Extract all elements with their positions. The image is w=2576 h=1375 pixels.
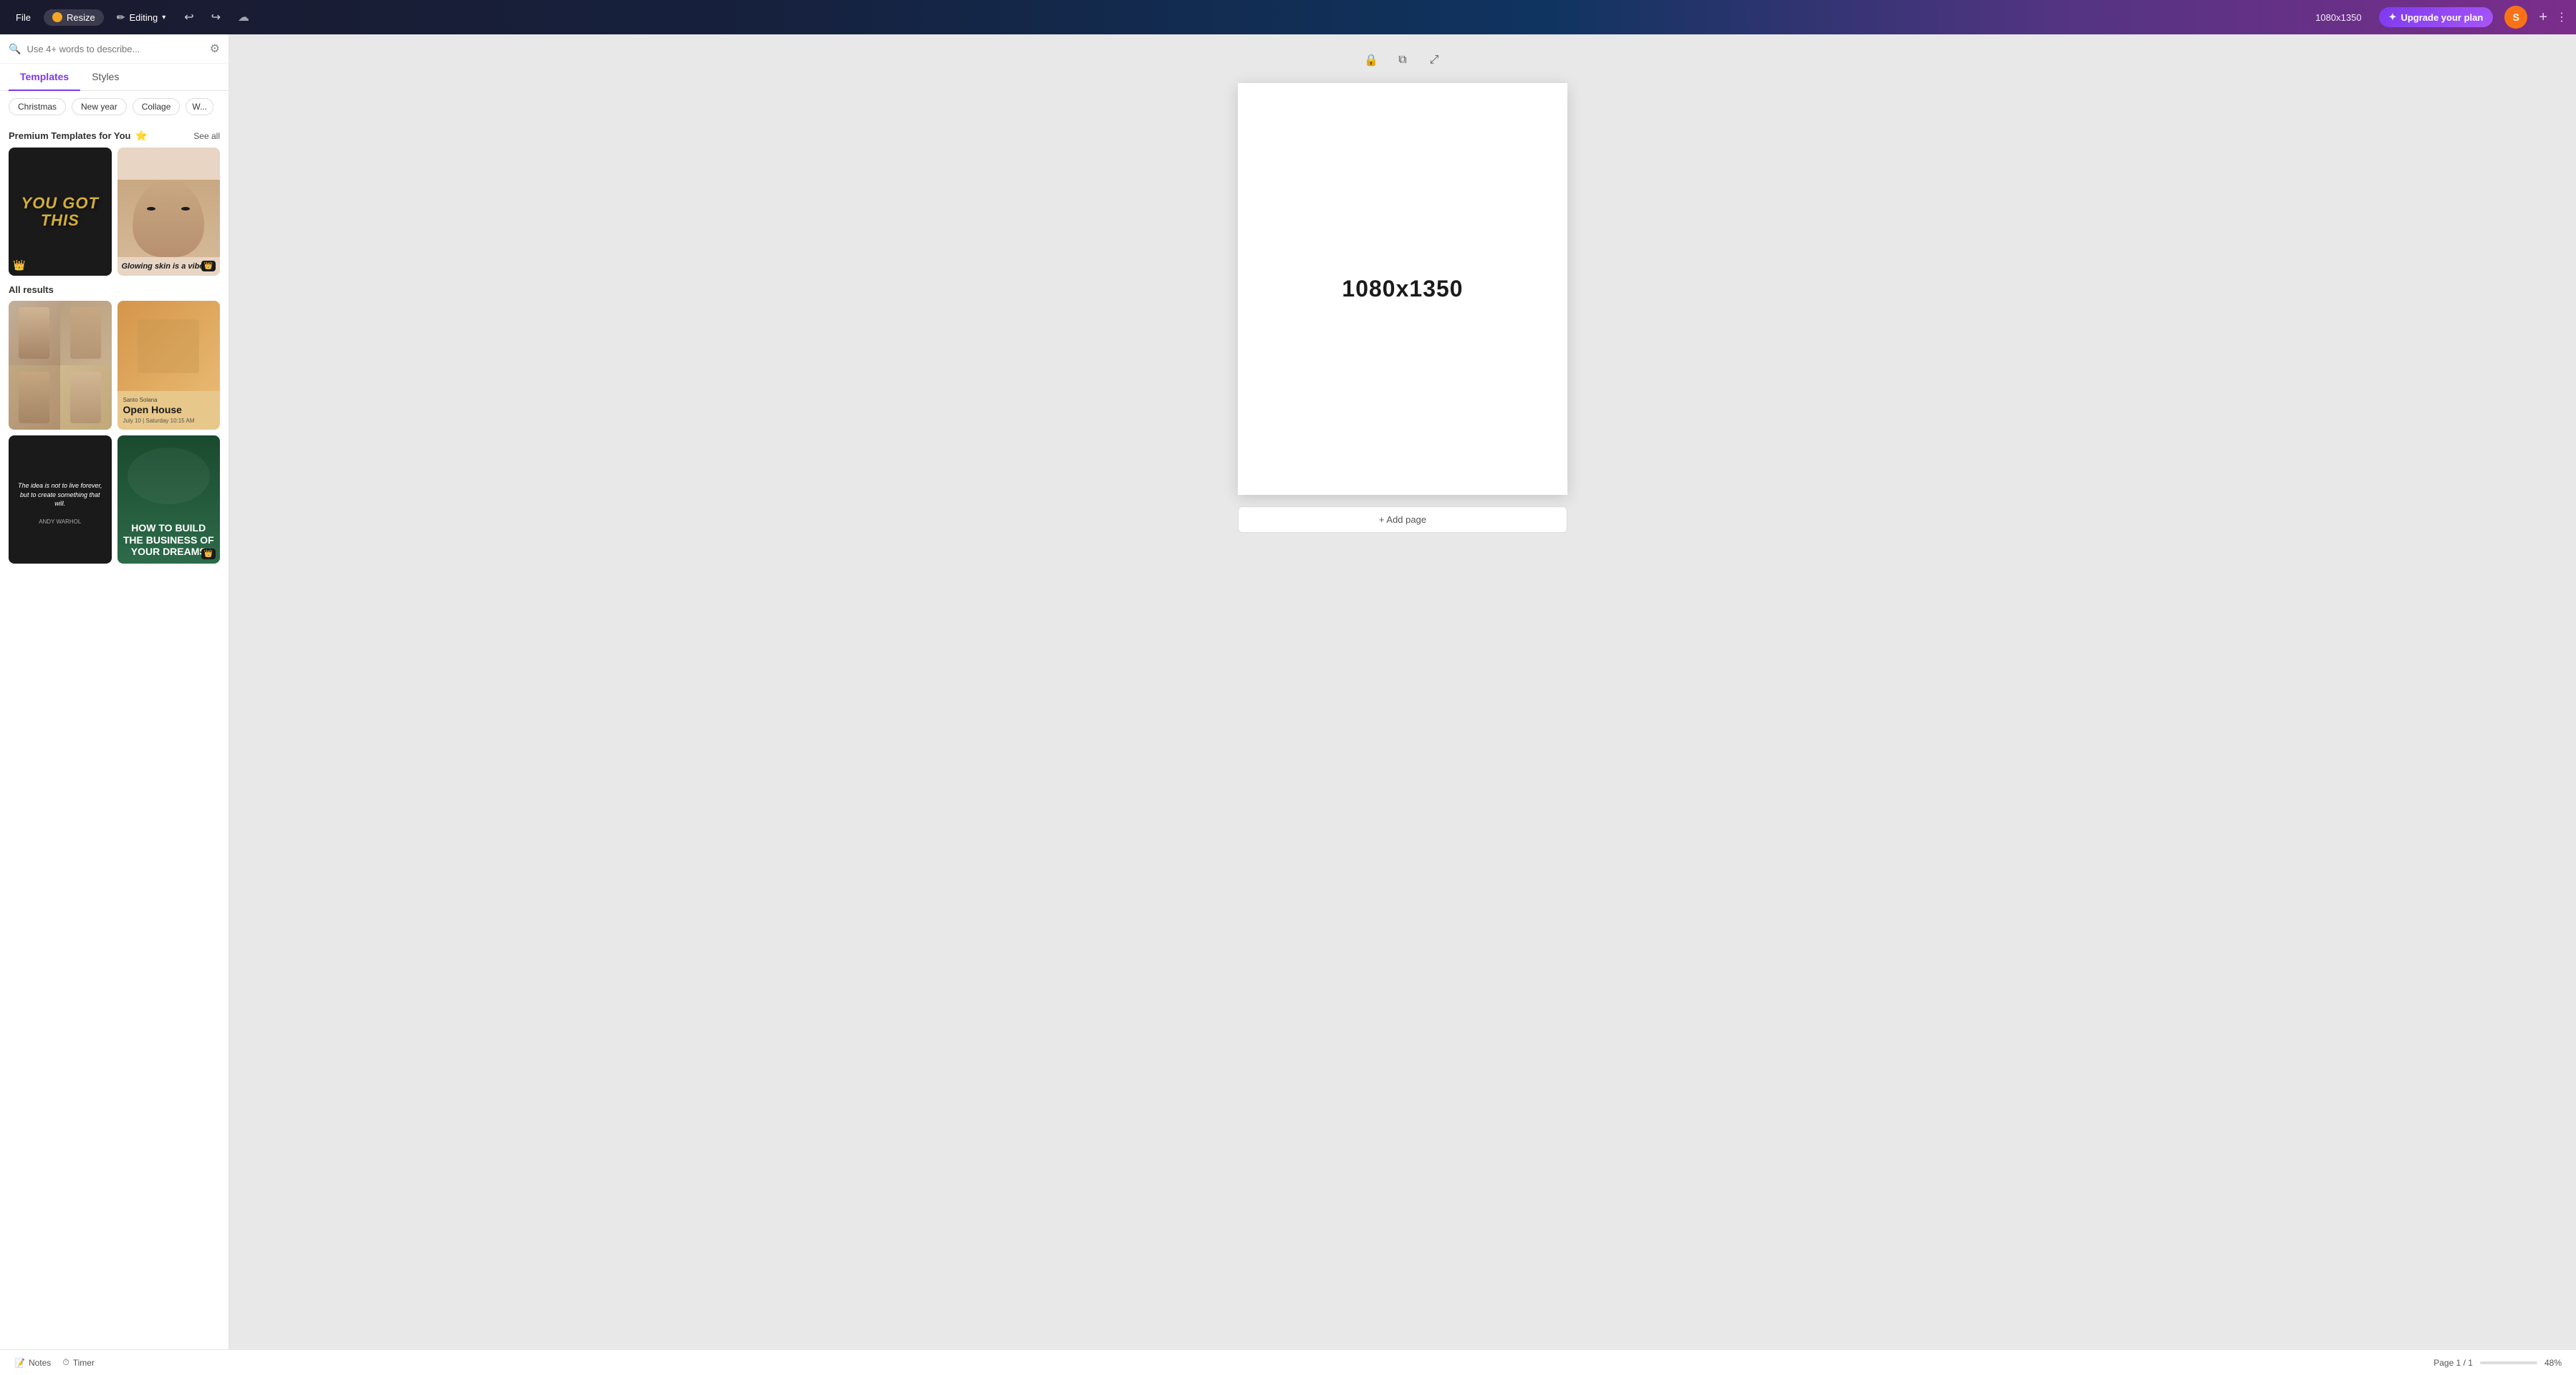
duplicate-icon: ⧉ — [1398, 54, 1406, 67]
timer-label: Timer — [73, 1358, 95, 1368]
zoom-level: 48% — [2544, 1358, 2562, 1368]
notes-icon: 📝 — [14, 1358, 25, 1368]
resize-icon — [52, 12, 62, 22]
file-button[interactable]: File — [9, 9, 38, 26]
upgrade-button[interactable]: ✦ Upgrade your plan — [2379, 7, 2494, 27]
quote-author: ANDY WARHOL — [39, 518, 81, 525]
page-info: Page 1 / 1 — [2433, 1358, 2473, 1368]
notes-button[interactable]: 📝 Notes — [14, 1358, 51, 1368]
open-house-content: Santo Solana Open House July 10 | Saturd… — [117, 391, 221, 429]
add-button[interactable]: + — [2539, 9, 2547, 26]
premium-section-title: Premium Templates for You ⭐ — [9, 130, 148, 142]
duplicate-button[interactable]: ⧉ — [1391, 49, 1414, 72]
see-all-button[interactable]: See all — [193, 131, 220, 141]
filter-icon[interactable]: ⚙ — [210, 42, 220, 56]
sidebar: 🔍 ⚙ Templates Styles Christmas New year … — [0, 34, 229, 1349]
lock-icon: 🔒 — [1364, 53, 1378, 67]
add-page-button[interactable]: + Add page — [1238, 506, 1567, 533]
zoom-slider[interactable] — [2480, 1361, 2537, 1364]
template-card-glowing[interactable]: Glowing skin is a vibe. 👑 — [117, 148, 221, 276]
resize-button[interactable]: Resize — [44, 9, 104, 26]
template-card-business[interactable]: HOW TO BUILD THE BUSINESS OF YOUR DREAMS… — [117, 435, 221, 564]
undo-button[interactable]: ↩ — [178, 7, 199, 27]
all-results-title: All results — [9, 276, 220, 301]
expand-button[interactable]: ⤢ — [1423, 49, 1446, 72]
template-card-collage-fashion[interactable] — [9, 301, 112, 429]
face-image — [117, 180, 221, 257]
redo-button[interactable]: ↪ — [206, 7, 226, 27]
search-input[interactable] — [27, 44, 203, 54]
canvas-toolbar: 🔒 ⧉ ⤢ — [1360, 49, 1446, 72]
canvas-size-text: 1080x1350 — [1342, 276, 1463, 302]
user-avatar[interactable]: S — [2504, 6, 2527, 29]
resize-label: Resize — [67, 12, 95, 23]
expand-icon: ⤢ — [1430, 54, 1439, 67]
template-card-you-got-this[interactable]: YOU GOT THIS 👑 — [9, 148, 112, 276]
canvas-area: 🔒 ⧉ ⤢ 1080x1350 + Add page — [229, 34, 2576, 1349]
tag-christmas[interactable]: Christmas — [9, 98, 66, 115]
tab-styles[interactable]: Styles — [80, 64, 130, 91]
tab-templates[interactable]: Templates — [9, 64, 80, 91]
premium-template-grid: YOU GOT THIS 👑 Glowi — [9, 148, 220, 276]
upgrade-label: Upgrade your plan — [2400, 12, 2483, 23]
you-got-this-text: YOU GOT THIS — [9, 195, 112, 229]
bottom-bar: 📝 Notes ⏱ Timer Page 1 / 1 48% — [0, 1349, 2576, 1375]
open-house-details: July 10 | Saturday 10:15 AM — [123, 418, 215, 424]
editing-label: Editing — [129, 12, 158, 23]
search-icon: 🔍 — [9, 43, 21, 55]
timer-icon: ⏱ — [62, 1357, 69, 1368]
tag-row: Christmas New year Collage W... — [0, 91, 229, 122]
sidebar-content: Premium Templates for You ⭐ See all YOU … — [0, 122, 229, 1349]
timer-button[interactable]: ⏱ Timer — [62, 1357, 95, 1368]
bottom-left: 📝 Notes ⏱ Timer — [14, 1357, 95, 1368]
canvas-dimensions: 1080x1350 — [2315, 12, 2361, 23]
main-layout: 🔍 ⚙ Templates Styles Christmas New year … — [0, 34, 2576, 1349]
star-icon: ⭐ — [135, 130, 148, 142]
sidebar-tabs: Templates Styles — [0, 64, 229, 91]
tag-more[interactable]: W... — [186, 98, 213, 115]
tag-new-year[interactable]: New year — [72, 98, 127, 115]
template-card-open-house[interactable]: Santo Solana Open House July 10 | Saturd… — [117, 301, 221, 429]
canvas-wrapper[interactable]: 1080x1350 — [1238, 83, 1567, 495]
editing-button[interactable]: ✏ Editing ▾ — [110, 9, 173, 26]
open-house-title: Open House — [123, 405, 215, 415]
upgrade-icon: ✦ — [2389, 11, 2397, 23]
cloud-save-icon: ☁ — [232, 7, 255, 27]
quote-text: The idea is not to live forever, but to … — [9, 474, 112, 516]
topbar: File Resize ✏ Editing ▾ ↩ ↪ ☁ 1080x1350 … — [0, 0, 2576, 34]
notes-label: Notes — [29, 1358, 51, 1368]
crown-badge: 👑 — [201, 261, 216, 271]
tag-collage[interactable]: Collage — [133, 98, 181, 115]
bottom-right: Page 1 / 1 48% — [2433, 1358, 2562, 1368]
pencil-icon: ✏ — [117, 11, 125, 24]
more-options-button[interactable]: ⋮ — [2556, 10, 2567, 24]
collage-grid — [9, 301, 112, 429]
crown-icon: 👑 — [13, 259, 25, 271]
lock-button[interactable]: 🔒 — [1360, 49, 1383, 72]
chevron-down-icon: ▾ — [162, 14, 165, 21]
search-bar: 🔍 ⚙ — [0, 34, 229, 64]
open-house-subtitle: Santo Solana — [123, 397, 215, 403]
template-card-quote[interactable]: The idea is not to live forever, but to … — [9, 435, 112, 564]
crown-badge-business: 👑 — [201, 549, 216, 559]
all-results-grid: Santo Solana Open House July 10 | Saturd… — [9, 301, 220, 564]
premium-section-header: Premium Templates for You ⭐ See all — [9, 122, 220, 148]
